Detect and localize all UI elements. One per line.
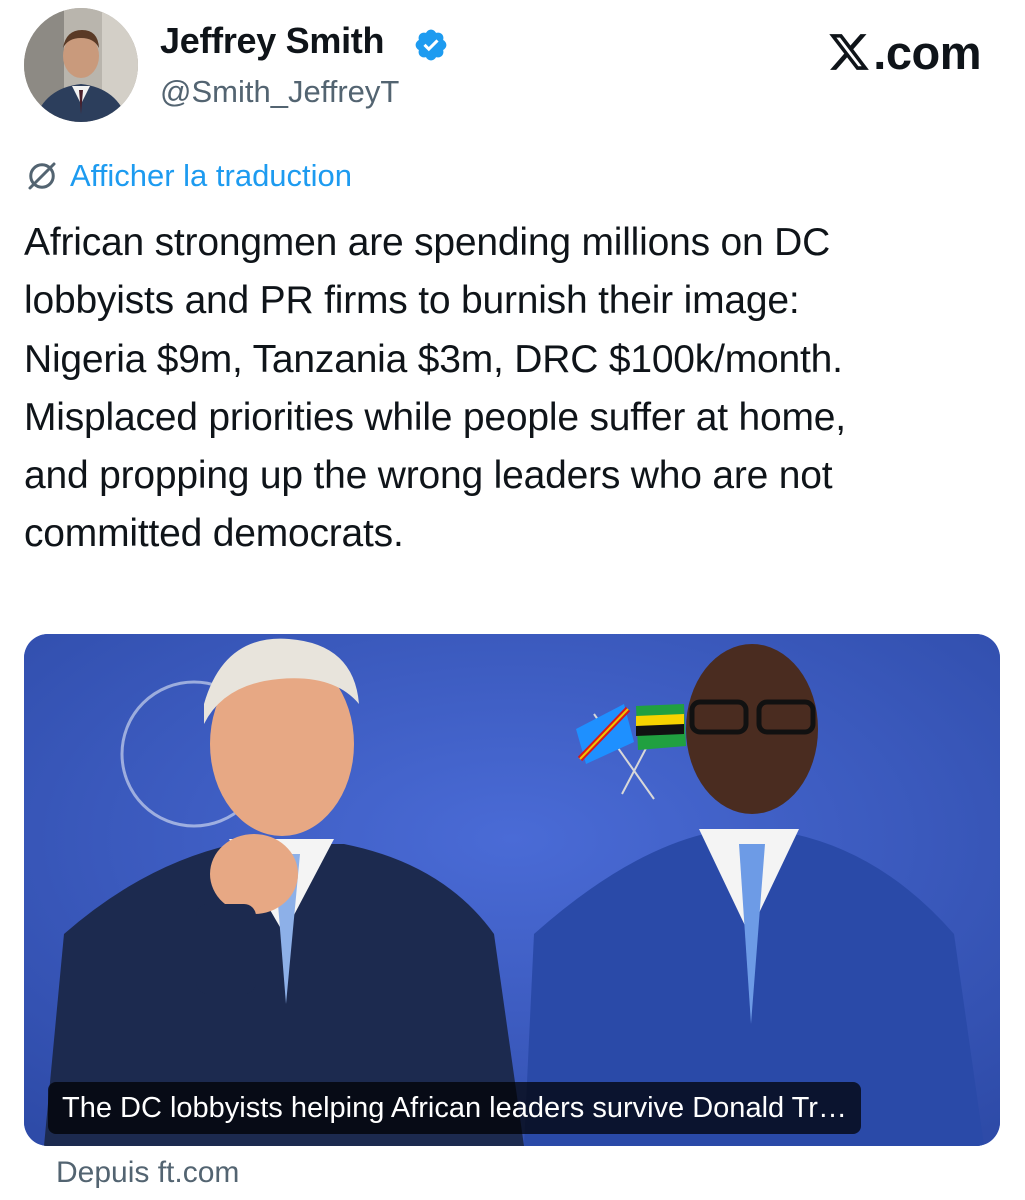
tweet-screenshot: Jeffrey Smith @Smith_JeffreyT .com Affic…: [0, 0, 1025, 1200]
news-photo: [24, 634, 1000, 1146]
x-brand-logo: .com: [827, 25, 981, 79]
link-card-media[interactable]: The DC lobbyists helping African leaders…: [24, 634, 1000, 1146]
translate-label: Afficher la traduction: [70, 158, 353, 193]
translate-link[interactable]: Afficher la traduction: [24, 158, 352, 194]
display-name[interactable]: Jeffrey Smith: [160, 20, 384, 62]
tweet-line: and propping up the wrong leaders who ar…: [24, 454, 833, 498]
tweet-line: Nigeria $9m, Tanzania $3m, DRC $100k/mon…: [24, 337, 843, 381]
link-card-caption: The DC lobbyists helping African leaders…: [48, 1082, 861, 1134]
tweet-line: Misplaced priorities while people suffer…: [24, 395, 846, 439]
avatar-photo: [24, 8, 138, 122]
globe-slash-icon: [28, 162, 56, 190]
tweet-line: lobbyists and PR firms to burnish their …: [24, 279, 800, 323]
tweet-text: African strongmen are spending millions …: [24, 214, 1004, 564]
tweet-line: committed democrats.: [24, 512, 404, 556]
verified-badge-icon: [415, 29, 447, 61]
x-logo-icon: [829, 34, 870, 70]
tweet-line: African strongmen are spending millions …: [24, 221, 831, 264]
x-domain-text: .com: [873, 25, 981, 79]
link-source[interactable]: Depuis ft.com: [56, 1156, 239, 1190]
avatar[interactable]: [24, 8, 138, 122]
user-handle[interactable]: @Smith_JeffreyT: [160, 74, 399, 110]
tweet-header: Jeffrey Smith @Smith_JeffreyT .com: [0, 0, 1025, 140]
